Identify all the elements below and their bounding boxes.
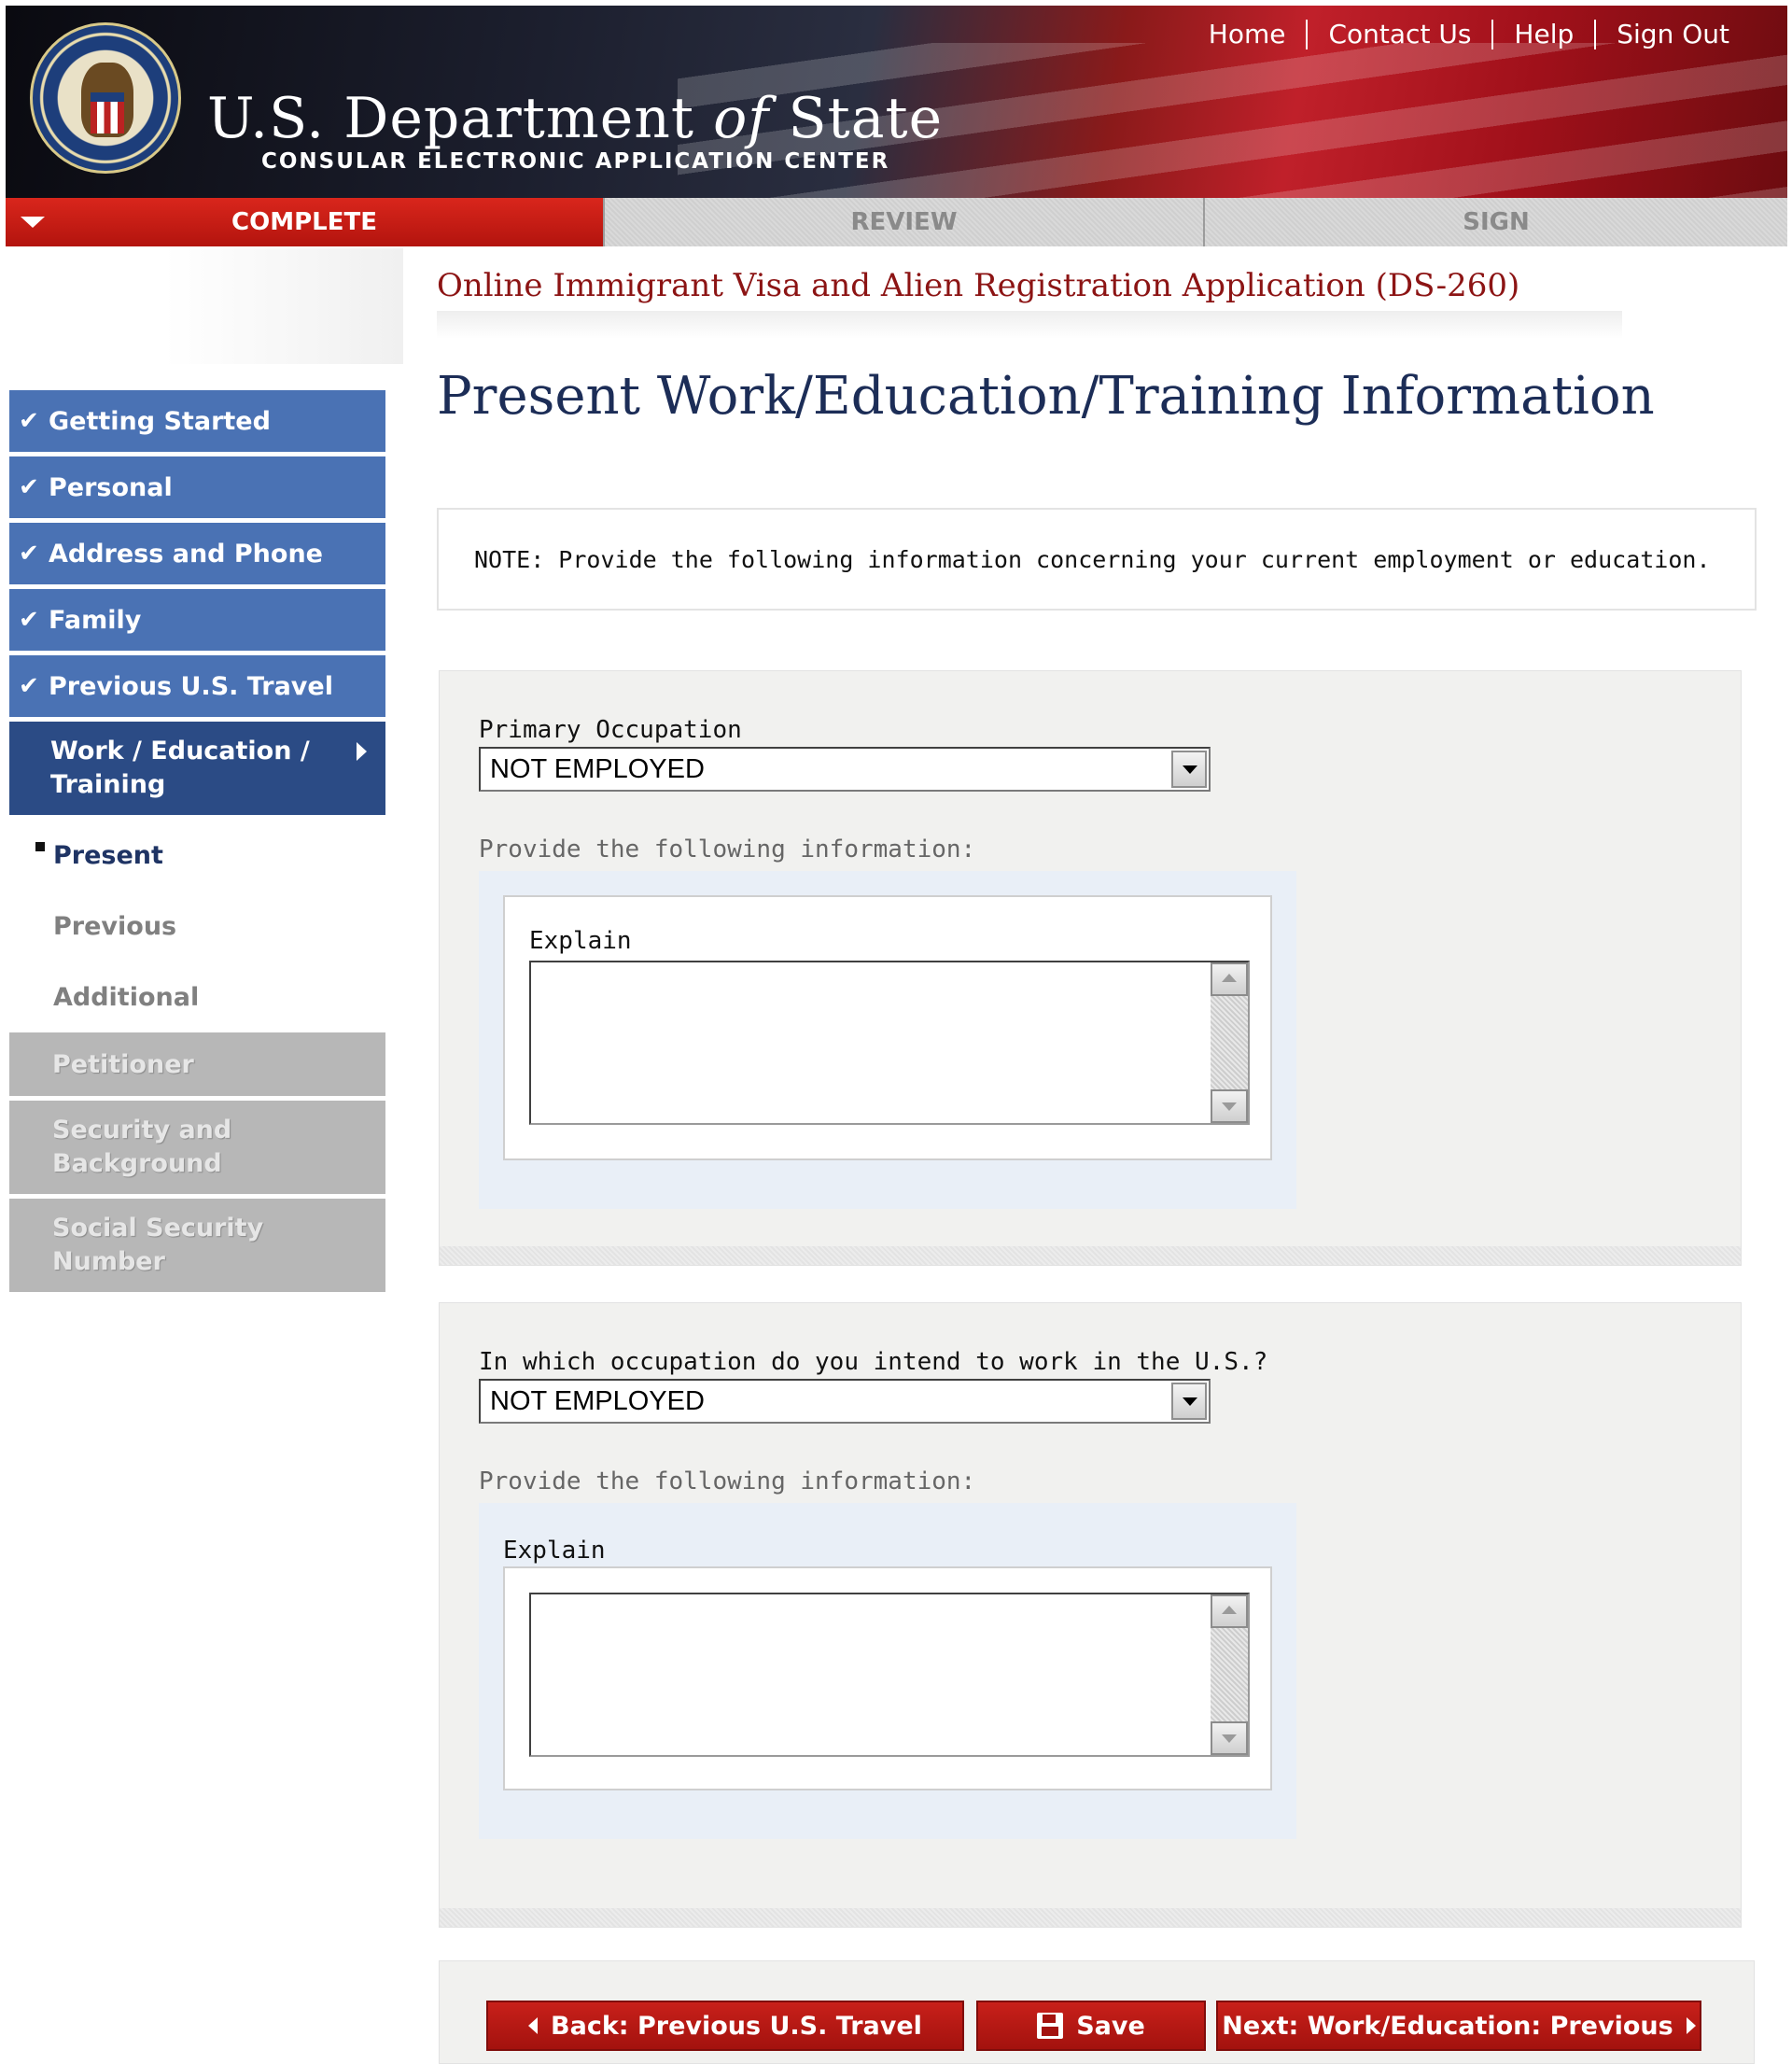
explain-area: Explain [479, 871, 1296, 1209]
checkmark-icon: ✔ [19, 473, 39, 501]
sidebar-item-social-security-number: Social Security Number [9, 1199, 385, 1292]
sidebar-item-personal[interactable]: ✔ Personal [9, 456, 385, 518]
checkmark-icon: ✔ [19, 672, 39, 700]
back-button[interactable]: Back: Previous U.S. Travel [486, 2001, 964, 2051]
primary-occupation-panel: Primary Occupation NOT EMPLOYED Provide … [439, 670, 1742, 1266]
sidebar-item-label: Personal [49, 472, 173, 502]
explain-textarea[interactable] [529, 961, 1250, 1125]
primary-occupation-select[interactable]: NOT EMPLOYED [479, 747, 1211, 792]
sidebar: ✔ Getting Started ✔ Personal ✔ Address a… [9, 390, 385, 1297]
chevron-left-icon [528, 2017, 539, 2034]
page-title: Present Work/Education/Training Informat… [437, 366, 1655, 427]
textarea-scrollbar[interactable] [1211, 962, 1248, 1123]
chevron-down-icon [21, 217, 45, 228]
sidebar-item-label: Work / Education / Training [50, 737, 310, 799]
panel-stripe [440, 1246, 1741, 1265]
textarea-scrollbar[interactable] [1211, 1594, 1248, 1755]
checkmark-icon: ✔ [19, 606, 39, 634]
explain-card [503, 1566, 1272, 1790]
step-complete-label: COMPLETE [231, 208, 377, 236]
save-button[interactable]: Save [976, 2001, 1206, 2051]
checkmark-icon: ✔ [19, 540, 39, 568]
sidebar-item-label: Previous U.S. Travel [49, 671, 333, 701]
sidebar-item-label: Getting Started [49, 406, 271, 436]
provide-info-text: Provide the following information: [479, 1467, 976, 1495]
sidebar-item-family[interactable]: ✔ Family [9, 589, 385, 651]
sidebar-subitem-present[interactable]: Present [9, 820, 385, 891]
chevron-down-icon[interactable] [1171, 751, 1207, 788]
site-header: U.S. Department of State CONSULAR ELECTR… [6, 6, 1787, 198]
scroll-up-icon[interactable] [1211, 1594, 1248, 1628]
primary-occupation-label: Primary Occupation [479, 716, 742, 744]
shield-emblem [91, 92, 124, 133]
intended-occupation-panel: In which occupation do you intend to wor… [439, 1302, 1742, 1928]
step-review-label: REVIEW [850, 208, 958, 236]
nav-help-link[interactable]: Help [1493, 19, 1594, 49]
chevron-right-icon [1686, 2017, 1696, 2034]
department-subtitle: CONSULAR ELECTRONIC APPLICATION CENTER [261, 149, 890, 174]
floppy-disk-icon [1037, 2013, 1064, 2039]
nav-home-link[interactable]: Home [1188, 19, 1307, 49]
step-review: REVIEW [603, 198, 1203, 246]
sidebar-subitem-additional[interactable]: Additional [9, 962, 385, 1032]
note-box: NOTE: Provide the following information … [437, 508, 1757, 611]
scroll-up-icon[interactable] [1211, 962, 1248, 996]
progress-steps: COMPLETE REVIEW SIGN [6, 198, 1787, 246]
panel-stripe [440, 1908, 1741, 1927]
scroll-down-icon[interactable] [1211, 1089, 1248, 1123]
title-divider [437, 311, 1622, 339]
next-button[interactable]: Next: Work/Education: Previous [1216, 2001, 1701, 2051]
sidebar-item-getting-started[interactable]: ✔ Getting Started [9, 390, 385, 452]
intended-occupation-label: In which occupation do you intend to wor… [479, 1348, 1268, 1376]
checkmark-icon: ✔ [19, 407, 39, 435]
explain-area: Explain [479, 1503, 1296, 1839]
department-title: U.S. Department of State [207, 86, 944, 151]
action-bar: Back: Previous U.S. Travel Save Next: Wo… [439, 1960, 1755, 2064]
chevron-down-icon[interactable] [1171, 1383, 1207, 1420]
sidebar-item-label: Address and Phone [49, 539, 323, 569]
sidebar-item-work-education-training[interactable]: Work / Education / Training [9, 722, 385, 815]
intended-occupation-select[interactable]: NOT EMPLOYED [479, 1379, 1211, 1424]
step-sign-label: SIGN [1463, 208, 1530, 236]
explain-card: Explain [503, 895, 1272, 1160]
primary-occupation-value: NOT EMPLOYED [490, 753, 705, 784]
top-navigation: Home Contact Us Help Sign Out [1188, 19, 1750, 49]
chevron-right-icon [357, 742, 367, 761]
sidebar-item-petitioner: Petitioner [9, 1032, 385, 1096]
step-complete[interactable]: COMPLETE [6, 198, 603, 246]
sidebar-item-label: Family [49, 605, 142, 635]
application-title: Online Immigrant Visa and Alien Registra… [437, 267, 1520, 304]
department-seal-icon [30, 22, 181, 174]
step-sign: SIGN [1203, 198, 1787, 246]
sidebar-subitem-previous[interactable]: Previous [9, 891, 385, 962]
intended-occupation-value: NOT EMPLOYED [490, 1385, 705, 1416]
sidebar-header-fade [6, 248, 403, 364]
sidebar-item-address-and-phone[interactable]: ✔ Address and Phone [9, 523, 385, 584]
scroll-down-icon[interactable] [1211, 1721, 1248, 1755]
provide-info-text: Provide the following information: [479, 835, 976, 864]
bullet-icon [35, 842, 45, 851]
explain-label: Explain [503, 1537, 606, 1565]
sidebar-item-security-and-background: Security and Background [9, 1101, 385, 1194]
sidebar-item-previous-us-travel[interactable]: ✔ Previous U.S. Travel [9, 655, 385, 717]
explain-label: Explain [529, 927, 632, 955]
nav-sign-out-link[interactable]: Sign Out [1596, 19, 1750, 49]
nav-contact-us-link[interactable]: Contact Us [1308, 19, 1491, 49]
explain-textarea[interactable] [529, 1593, 1250, 1757]
